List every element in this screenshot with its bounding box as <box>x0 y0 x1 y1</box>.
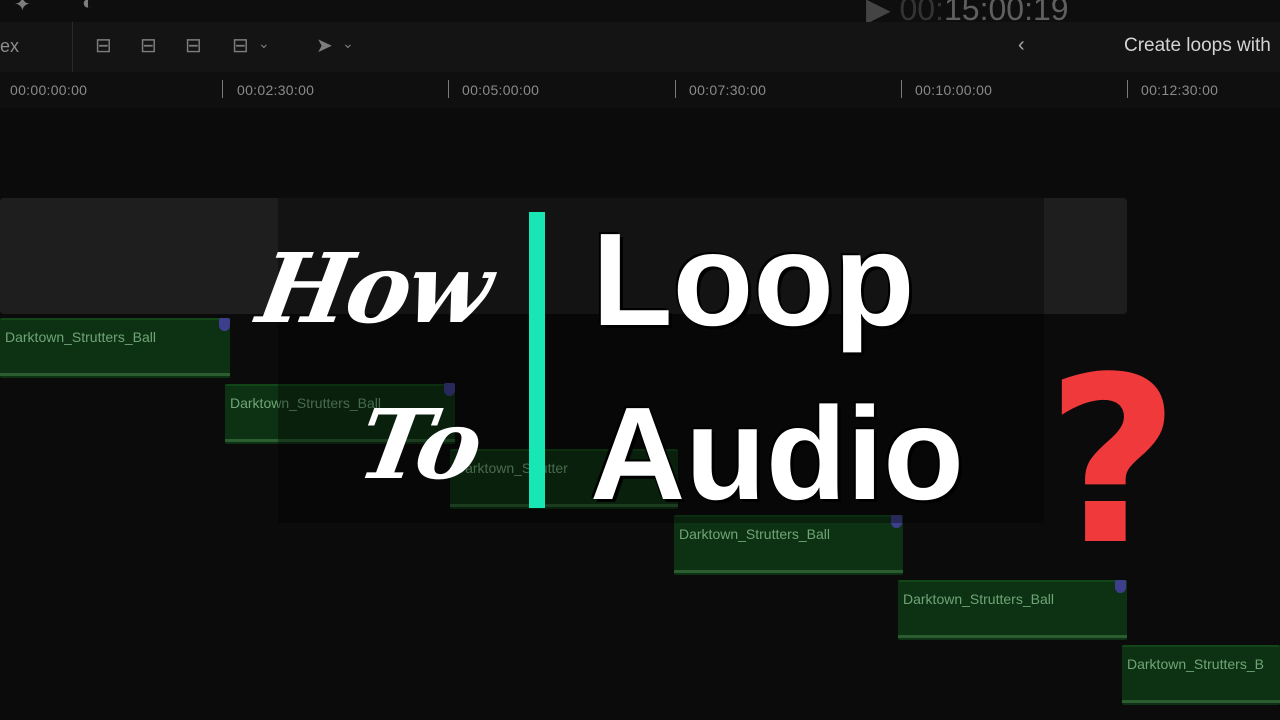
top-bar: ✦ ◐ ▶ 00:15:00:19 <box>0 0 1280 27</box>
clip-marker-icon[interactable] <box>219 318 230 331</box>
toolbar-divider <box>72 22 73 72</box>
audio-waveform <box>1122 700 1280 703</box>
ruler-tick-label: 00:12:30:00 <box>1141 82 1219 98</box>
audio-clip[interactable]: Darktown_Strutters_Ball <box>0 318 230 378</box>
clip-name: Darktown_Strutters_Ball <box>903 591 1054 607</box>
ruler-tick-label: 00:10:00:00 <box>915 82 993 98</box>
ruler-tick-label: 00:00:00:00 <box>10 82 88 98</box>
back-icon[interactable]: ‹ <box>1018 34 1025 57</box>
clip-name: Darktown_Strutters_Ball <box>5 329 156 345</box>
ruler-tick-label: 00:02:30:00 <box>237 82 315 98</box>
connect-clip-icon[interactable]: ⊟ <box>95 33 112 58</box>
panel-title: Create loops with <box>1124 35 1271 56</box>
ruler-tick-mark <box>901 80 902 98</box>
audio-waveform <box>898 635 1127 638</box>
index-button[interactable]: ex <box>0 36 19 57</box>
audio-waveform <box>0 373 230 376</box>
question-mark-icon: ? <box>1046 329 1180 596</box>
clip-name: Darktown_Strutters_B <box>1127 656 1264 672</box>
audio-level-icon[interactable]: ◐ <box>82 0 94 15</box>
select-tool-icon[interactable]: ➤ <box>316 33 333 58</box>
title-how: How <box>250 232 499 345</box>
chevron-down-icon[interactable]: ⌄ <box>342 35 354 52</box>
title-loop: Loop <box>592 206 915 353</box>
audio-waveform <box>674 570 903 573</box>
ruler-tick-mark <box>448 80 449 98</box>
ruler-tick-mark <box>1127 80 1128 98</box>
timeline-toolbar: ex ⊟ ⊟ ⊟ ⊟ ⌄ ➤ ⌄ ‹ Create loops with <box>0 22 1280 73</box>
ruler-tick-mark <box>222 80 223 98</box>
ruler-tick-mark <box>675 80 676 98</box>
accent-divider <box>529 212 545 508</box>
title-audio: Audio <box>590 380 964 527</box>
append-clip-icon[interactable]: ⊟ <box>185 33 202 58</box>
timeline-ruler[interactable]: 00:00:00:00 00:02:30:00 00:05:00:00 00:0… <box>0 72 1280 108</box>
audio-clip[interactable]: Darktown_Strutters_B <box>1122 645 1280 705</box>
overwrite-clip-icon[interactable]: ⊟ <box>232 33 249 58</box>
chevron-down-icon[interactable]: ⌄ <box>258 35 270 52</box>
ruler-tick-label: 00:05:00:00 <box>462 82 540 98</box>
insert-clip-icon[interactable]: ⊟ <box>140 33 157 58</box>
ruler-tick-label: 00:07:30:00 <box>689 82 767 98</box>
magic-wand-icon[interactable]: ✦ <box>14 0 31 17</box>
title-to: To <box>350 388 489 501</box>
